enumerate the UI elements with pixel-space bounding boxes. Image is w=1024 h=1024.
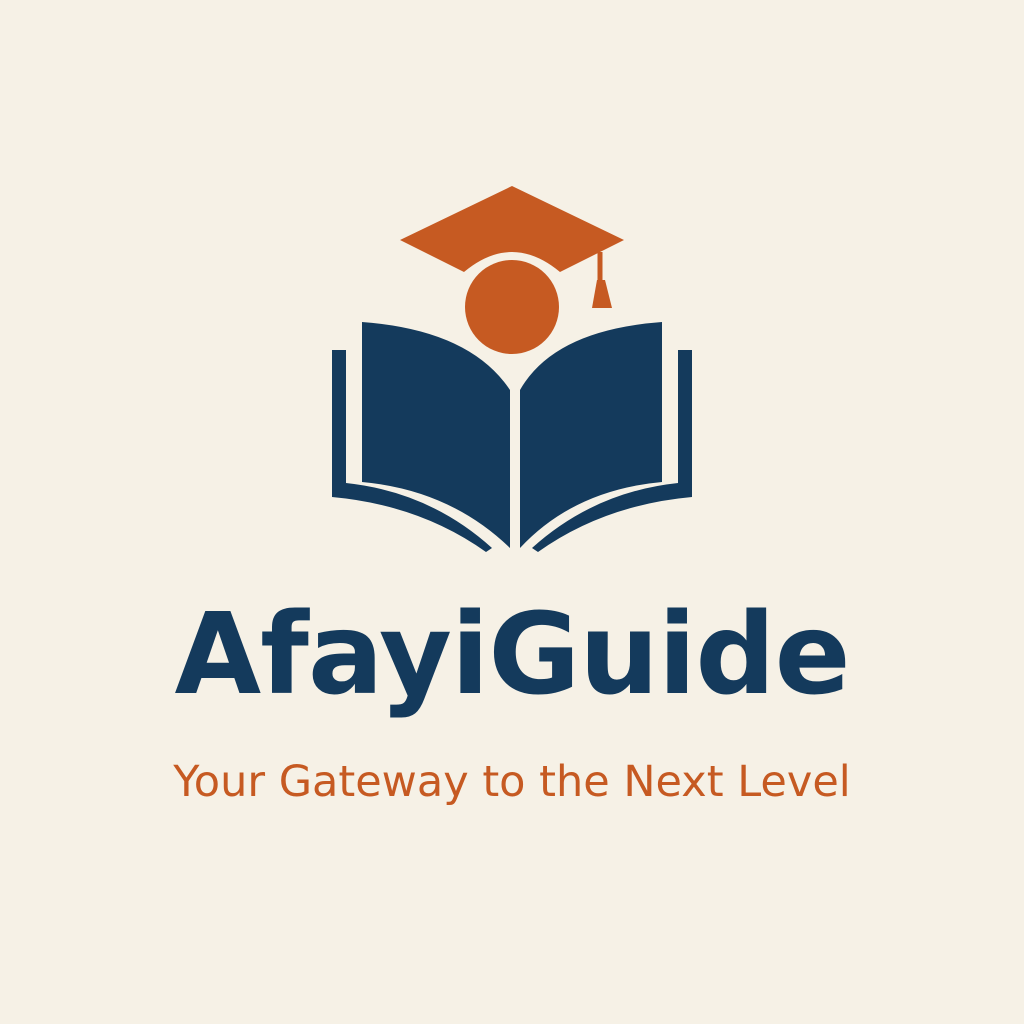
cap-tassel — [592, 280, 612, 308]
brand-tagline: Your Gateway to the Next Level — [173, 757, 851, 807]
logo-mark — [332, 186, 692, 552]
brand-name: AfayiGuide — [174, 590, 850, 720]
head-circle — [465, 260, 559, 354]
logo-canvas: AfayiGuide Your Gateway to the Next Leve… — [0, 0, 1024, 1024]
